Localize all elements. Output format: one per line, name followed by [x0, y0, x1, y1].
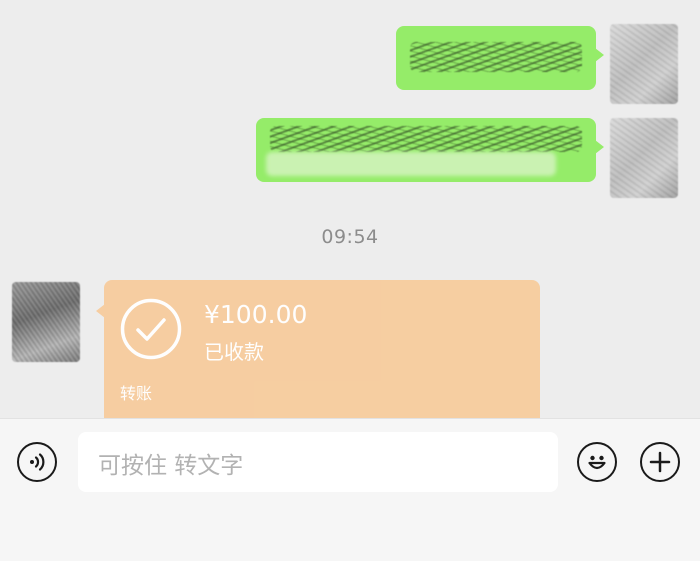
my-avatar[interactable] [610, 24, 678, 104]
check-circle-icon [120, 298, 182, 360]
transfer-status: 已收款 [204, 340, 264, 364]
redacted-text [410, 42, 582, 72]
message-input[interactable]: 可按住 转文字 [78, 432, 558, 492]
voice-icon [30, 453, 45, 471]
transfer-card[interactable]: ¥100.00 已收款 转账 [96, 280, 540, 418]
more-button[interactable] [640, 442, 680, 482]
plus-icon [649, 451, 671, 473]
message-timestamp: 09:54 [321, 226, 379, 248]
transfer-amount: ¥100.00 [204, 300, 308, 329]
chat-area[interactable]: 09:54 ¥100.00 已收款 转账 [0, 0, 700, 418]
emoji-icon [588, 455, 606, 470]
my-avatar[interactable] [610, 118, 678, 198]
transfer-label: 转账 [120, 384, 153, 403]
emoji-button[interactable] [577, 442, 617, 482]
voice-button[interactable] [17, 442, 57, 482]
contact-avatar[interactable] [12, 282, 80, 362]
sent-message-bubble[interactable] [256, 118, 604, 182]
redacted-text [270, 126, 582, 152]
redacted-text [266, 152, 556, 176]
sent-message-bubble[interactable] [396, 26, 604, 90]
input-bar: 可按住 转文字 [0, 418, 700, 561]
